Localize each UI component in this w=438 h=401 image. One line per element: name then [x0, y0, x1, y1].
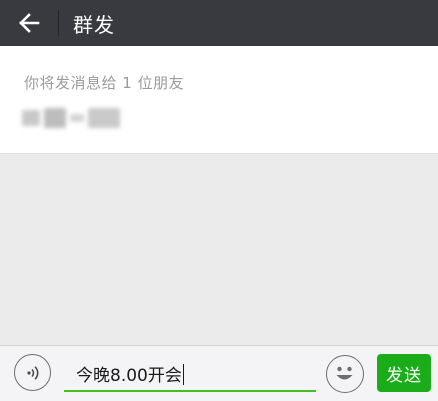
- message-input-value: 今晚8.00开会: [76, 366, 182, 386]
- back-button[interactable]: [0, 0, 58, 46]
- message-input[interactable]: 今晚8.00开会: [64, 352, 316, 392]
- emoji-icon: [336, 366, 353, 380]
- input-underline: [64, 390, 316, 392]
- emoji-button[interactable]: [326, 355, 364, 393]
- voice-button[interactable]: [14, 354, 51, 391]
- recipients-hint: 你将发消息给 1 位朋友: [24, 74, 185, 92]
- arrow-left-icon: [19, 13, 40, 33]
- composer-bar: 今晚8.00开会 发送: [0, 345, 438, 401]
- recipient-name-blurred: [22, 106, 122, 130]
- send-button[interactable]: 发送: [377, 354, 431, 392]
- recipients-panel: 你将发消息给 1 位朋友: [0, 46, 438, 154]
- page-title: 群发: [73, 12, 115, 37]
- voice-icon: [26, 365, 38, 380]
- text-caret: [182, 364, 185, 385]
- top-bar: 群发: [0, 0, 438, 46]
- header-divider: [58, 10, 59, 36]
